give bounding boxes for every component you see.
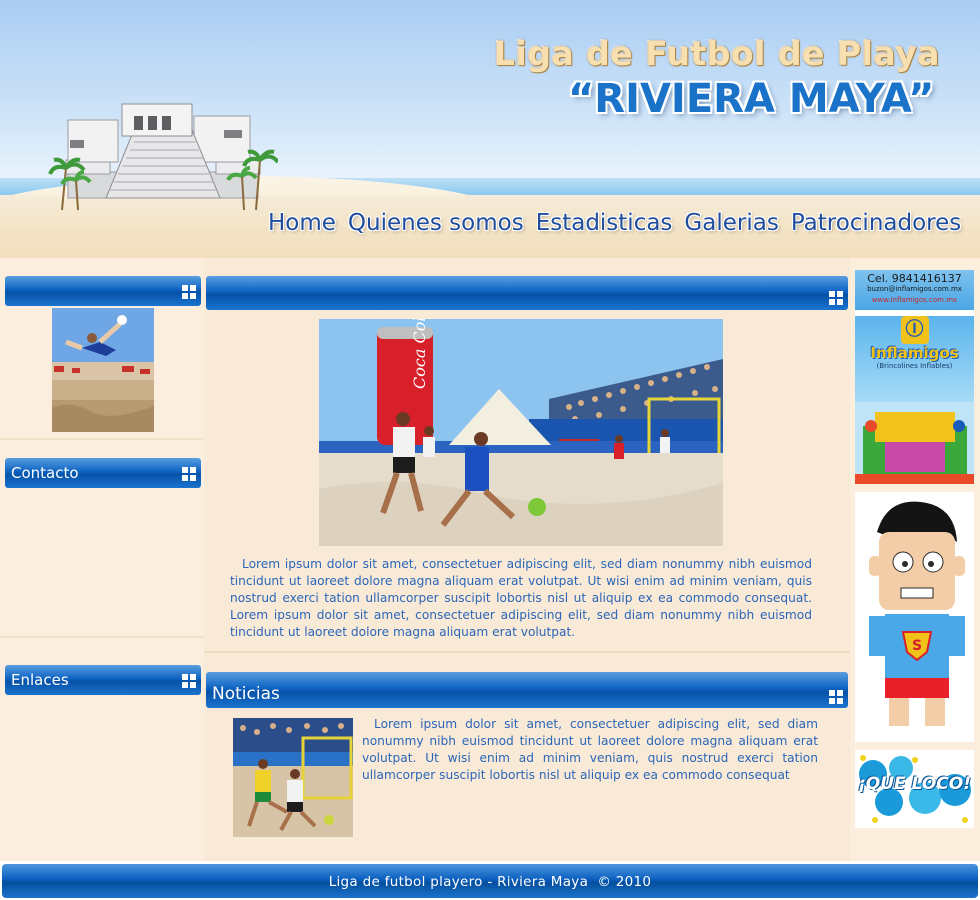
sponsor-brand: Inflamigos	[870, 344, 959, 362]
news-panel-header: Noticias	[206, 672, 848, 708]
contact-panel-header: Contacto	[5, 458, 201, 488]
sponsor-que-loco-text: ¡QUE LOCO!	[858, 774, 971, 794]
main-nav: Home Quienes somos Estadisticas Galerias…	[268, 210, 961, 236]
main-content: Coca Cola Lorem ipsum dolor sit amet, co…	[204, 258, 850, 861]
sponsor-phone: Cel. 9841416137	[867, 272, 962, 285]
sidebar-panel-header	[5, 276, 201, 306]
footer-bar: Liga de futbol playero - Riviera Maya © …	[2, 864, 978, 898]
sponsor-email: buzon@inflamigos.com.mx	[867, 285, 962, 293]
nav-galerias[interactable]: Galerias	[684, 210, 778, 236]
news-panel-title: Noticias	[212, 684, 280, 704]
pyramid-logo	[48, 103, 278, 211]
sidebar-photo	[52, 308, 154, 432]
page-body: Contacto Enlaces Coca Cola Lorem ipsum d…	[0, 258, 980, 861]
nav-quienes-somos[interactable]: Quienes somos	[348, 210, 524, 236]
content-divider	[204, 651, 850, 653]
sponsor-web: www.inflamigos.com.mx	[871, 296, 958, 304]
panel-grid-icon[interactable]	[829, 291, 843, 305]
featured-photo: Coca Cola	[319, 319, 723, 546]
bounce-house-image	[855, 402, 974, 484]
svg-text:Coca Cola: Coca Cola	[410, 319, 429, 389]
nav-patrocinadores[interactable]: Patrocinadores	[791, 210, 961, 236]
site-header: Liga de Futbol de Playa “RIVIERA MAYA” H…	[0, 0, 980, 258]
sponsor-ad-inflamigos[interactable]: Cel. 9841416137 buzon@inflamigos.com.mx …	[855, 270, 974, 484]
footer-text: Liga de futbol playero - Riviera Maya © …	[328, 874, 652, 890]
nav-home[interactable]: Home	[268, 210, 336, 236]
panel-grid-icon[interactable]	[182, 285, 196, 299]
panel-grid-icon[interactable]	[182, 674, 196, 688]
sponsor-ad-cartoon[interactable]: S	[855, 492, 974, 742]
news-text: Lorem ipsum dolor sit amet, consectetuer…	[362, 717, 818, 782]
panel-grid-icon[interactable]	[182, 467, 196, 481]
inflamigos-logo-icon: Ⓘ	[900, 316, 929, 344]
links-panel-header: Enlaces	[5, 665, 201, 695]
panel-divider	[0, 438, 204, 440]
sponsor-tagline: (Brincolines Inflables)	[876, 362, 953, 370]
links-panel-title: Enlaces	[11, 671, 69, 689]
featured-text: Lorem ipsum dolor sit amet, consectetuer…	[230, 557, 812, 639]
sponsor-sidebar: Cel. 9841416137 buzon@inflamigos.com.mx …	[850, 258, 980, 861]
news-photo	[233, 718, 353, 837]
site-footer: Liga de futbol playero - Riviera Maya © …	[0, 862, 980, 900]
featured-panel-header	[206, 276, 848, 310]
site-title: Liga de Futbol de Playa	[494, 34, 940, 73]
panel-grid-icon[interactable]	[829, 690, 843, 704]
left-sidebar: Contacto Enlaces	[0, 258, 204, 861]
svg-text:S: S	[912, 638, 922, 654]
sponsor-ad-que-loco[interactable]: ¡QUE LOCO!	[855, 750, 974, 828]
contact-panel-title: Contacto	[11, 464, 79, 482]
site-subtitle: “RIVIERA MAYA”	[568, 76, 935, 122]
nav-estadisticas[interactable]: Estadisticas	[536, 210, 673, 236]
panel-divider	[0, 636, 204, 638]
